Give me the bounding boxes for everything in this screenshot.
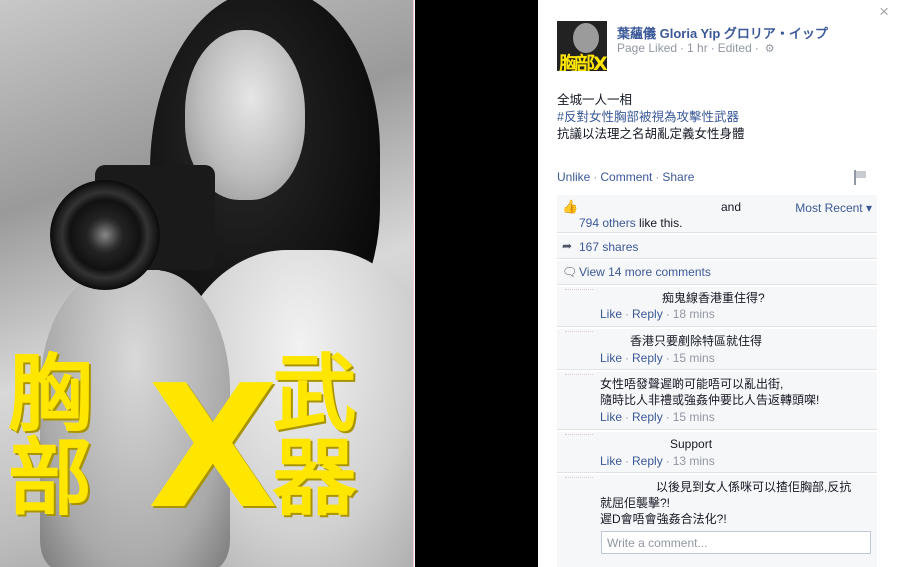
thumbs-up-icon: 👍: [562, 199, 579, 214]
post-header: 胸部X武器 葉蘊儀 Gloria Yip グロリア・イップ Page Liked…: [557, 21, 877, 73]
comment-like-link[interactable]: Like: [600, 307, 622, 321]
comment-text: Support: [670, 437, 713, 451]
post-photo[interactable]: 胸部 X 武器: [0, 0, 413, 567]
comment-reply-link[interactable]: Reply: [632, 351, 663, 365]
comment-composer: [557, 526, 877, 567]
comment-meta: Like · Reply · 13 mins: [600, 454, 715, 468]
view-more-comments-link[interactable]: View 14 more comments: [579, 265, 711, 279]
unlike-button[interactable]: Unlike: [557, 170, 590, 184]
comment-reply-link[interactable]: Reply: [632, 454, 663, 468]
comment-text: 香港只要剷除特區就住得: [630, 334, 763, 348]
avatar-text: 胸部X武器: [559, 53, 607, 71]
comment-meta: Like · Reply · 15 mins: [600, 410, 715, 424]
post-body: 全城一人一相 #反對女性胸部被視為攻擊性武器 抗議以法理之名胡亂定義女性身體: [557, 92, 877, 143]
shares-summary[interactable]: ➦ 167 shares: [557, 235, 877, 259]
comment-time[interactable]: 18 mins: [673, 307, 715, 321]
likes-summary: 👍 and Most Recent ▾ 794 others like this…: [557, 195, 877, 233]
comment-time[interactable]: 15 mins: [673, 351, 715, 365]
post-text-line: 抗議以法理之名胡亂定義女性身體: [557, 127, 745, 141]
redacted-commenter: [565, 477, 593, 479]
page-avatar[interactable]: 胸部X武器: [557, 21, 607, 71]
comment-text: 以後見到女人係咪可以揸佢胸部,反抗 就屈佢襲擊?! 遲D會唔會強姦合法化?!: [600, 480, 852, 526]
photo-camera-lens: [50, 180, 160, 290]
shares-count-link[interactable]: 167 shares: [579, 240, 638, 254]
comment-like-link[interactable]: Like: [600, 410, 622, 424]
page-liked-status[interactable]: Page Liked: [617, 41, 677, 55]
close-icon[interactable]: ×: [879, 2, 889, 22]
comment-button[interactable]: Comment: [600, 170, 652, 184]
comment-like-link[interactable]: Like: [600, 351, 622, 365]
comment-reply-link[interactable]: Reply: [632, 410, 663, 424]
comment-item: 香港只要剷除特區就住得 Like · Reply · 15 mins: [557, 329, 877, 370]
write-comment-input[interactable]: [601, 531, 871, 554]
comment-like-link[interactable]: Like: [600, 454, 622, 468]
comment-text: 痴鬼線香港重住得?: [662, 291, 765, 305]
comment-meta: Like · Reply · 15 mins: [600, 351, 715, 365]
gear-icon[interactable]: ⚙: [765, 42, 775, 55]
likes-suffix: like this.: [635, 216, 683, 230]
comment-item: 以後見到女人係咪可以揸佢胸部,反抗 就屈佢襲擊?! 遲D會唔會強姦合法化?!: [557, 475, 877, 526]
post-actions: Unlike · Comment · Share: [557, 170, 877, 186]
comment-item: Support Like · Reply · 13 mins: [557, 432, 877, 473]
comment-reply-link[interactable]: Reply: [632, 307, 663, 321]
most-recent-label: Most Recent: [795, 201, 863, 215]
flag-icon[interactable]: [854, 170, 867, 185]
redacted-commenter: [565, 331, 593, 333]
share-button[interactable]: Share: [662, 170, 694, 184]
post-text-line: 全城一人一相: [557, 93, 633, 107]
edited-link[interactable]: Edited: [718, 41, 752, 55]
comment-meta: Like · Reply · 18 mins: [600, 307, 715, 321]
likes-others-link[interactable]: 794 others: [579, 216, 636, 230]
post-meta: Page Liked · 1 hr · Edited · ⚙: [617, 41, 775, 55]
hashtag-link[interactable]: #反對女性胸部被視為攻擊性武器: [557, 109, 877, 126]
comment-time[interactable]: 15 mins: [673, 410, 715, 424]
redacted-commenter: [565, 289, 593, 291]
overlay-left-text: 胸部: [8, 345, 92, 527]
share-arrow-icon: ➦: [562, 239, 573, 253]
likes-and-text: and: [721, 200, 742, 214]
overlay-x-text: X: [147, 348, 279, 547]
comment-text: 女性唔發聲遲啲可能唔可以亂出街, 隨時比人非禮或強姦仲要比人告返轉頭㗎!: [600, 377, 820, 407]
speech-bubble-icon: 🗨: [562, 265, 578, 279]
post-timestamp[interactable]: 1 hr: [687, 41, 708, 55]
comment-item: 痴鬼線香港重住得? Like · Reply · 18 mins: [557, 287, 877, 327]
photo-overlay-slogan: 胸部 X 武器: [8, 345, 413, 547]
comment-time[interactable]: 13 mins: [673, 454, 715, 468]
redacted-commenter: [565, 374, 593, 376]
viewer-backdrop: [415, 0, 538, 567]
post-side-panel: × 胸部X武器 葉蘊儀 Gloria Yip グロリア・イップ Page Lik…: [538, 0, 897, 567]
likes-count: 794 others like this.: [579, 216, 682, 230]
photo-viewer[interactable]: 胸部 X 武器: [0, 0, 414, 567]
page-name-link[interactable]: 葉蘊儀 Gloria Yip グロリア・イップ: [617, 23, 828, 42]
comment-item: 女性唔發聲遲啲可能唔可以亂出街, 隨時比人非禮或強姦仲要比人告返轉頭㗎! Lik…: [557, 372, 877, 430]
redacted-commenter: [565, 434, 593, 436]
most-recent-dropdown[interactable]: Most Recent ▾: [795, 201, 872, 215]
caret-down-icon: ▾: [862, 201, 872, 215]
overlay-right-text: 武器: [272, 345, 357, 527]
view-more-comments[interactable]: 🗨 View 14 more comments: [557, 261, 877, 285]
